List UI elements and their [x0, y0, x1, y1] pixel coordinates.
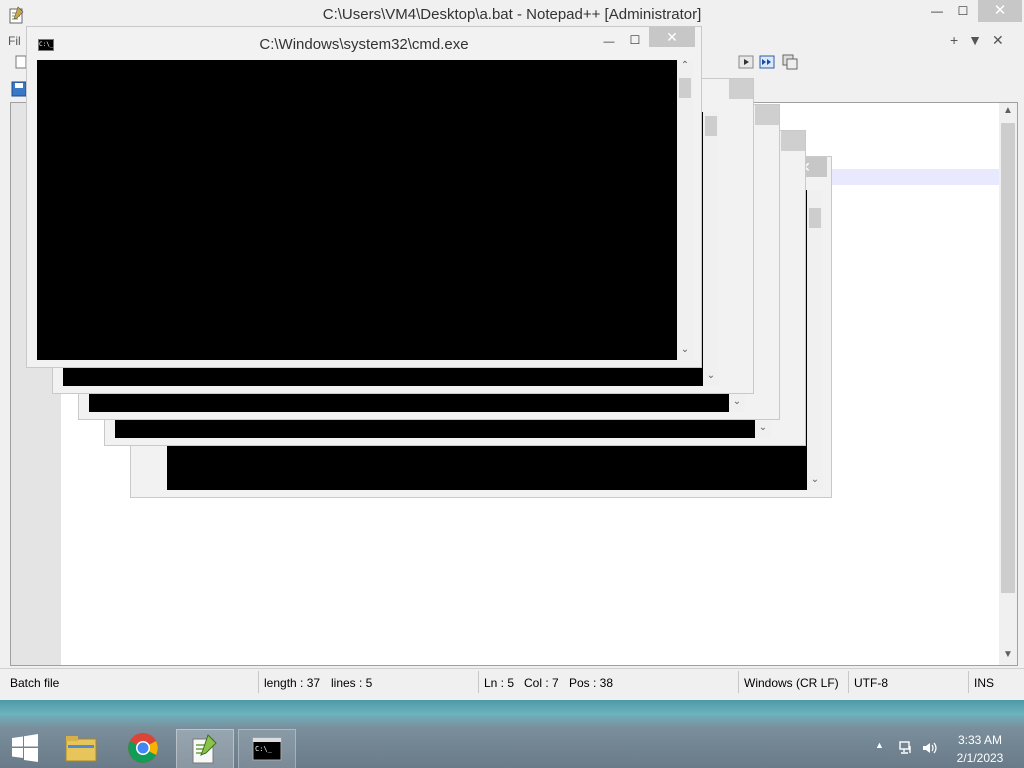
editor-vertical-scrollbar[interactable]: ▲ ▼: [999, 103, 1017, 665]
status-divider: [478, 671, 479, 693]
notepadpp-window-title: C:\Users\VM4\Desktop\a.bat - Notepad++ […: [322, 6, 702, 23]
start-button[interactable]: [0, 728, 50, 768]
play-macro-icon[interactable]: [738, 54, 754, 70]
status-length: length : 37: [264, 676, 321, 690]
cmd-titlebar-button[interactable]: [755, 105, 779, 125]
chrome-icon: [128, 733, 158, 763]
run-macro-multiple-icon[interactable]: [759, 54, 775, 70]
cmd-vertical-scrollbar[interactable]: ⌃ ⌄: [677, 60, 693, 360]
cmd-scroll-thumb[interactable]: [809, 208, 821, 228]
cmd-titlebar-button[interactable]: [781, 131, 805, 151]
svg-text:C:\_: C:\_: [255, 745, 273, 753]
status-divider: [738, 671, 739, 693]
status-lines: lines : 5: [331, 676, 373, 690]
menu-file[interactable]: Fil: [8, 34, 21, 48]
console-output[interactable]: [37, 60, 677, 360]
scroll-down-arrow-icon[interactable]: ▼: [999, 649, 1017, 660]
status-divider: [258, 671, 259, 693]
status-file-type: Batch file: [10, 676, 60, 690]
cmd-close-button[interactable]: ✕: [649, 27, 695, 47]
scroll-down-arrow-icon[interactable]: ⌄: [728, 396, 746, 407]
status-insert-mode[interactable]: INS: [974, 676, 994, 690]
save-icon[interactable]: [11, 81, 27, 97]
status-line-number: Ln : 5: [484, 676, 515, 690]
notepadpp-taskbar-button[interactable]: [176, 729, 234, 768]
command-prompt-icon: C:\_: [252, 737, 282, 761]
file-explorer-taskbar-button[interactable]: [56, 728, 106, 768]
show-hidden-icons-icon[interactable]: ▲: [875, 740, 884, 750]
volume-icon[interactable]: [921, 740, 937, 756]
status-encoding[interactable]: UTF-8: [854, 676, 888, 690]
notepadpp-close-button[interactable]: ✕: [978, 0, 1022, 22]
cmd-minimize-button[interactable]: —: [599, 31, 619, 53]
cmd-scroll-thumb[interactable]: [679, 78, 691, 98]
network-icon[interactable]: [898, 740, 914, 756]
scroll-down-arrow-icon[interactable]: ⌄: [754, 422, 772, 433]
tab-bar-controls[interactable]: +▼✕: [950, 32, 1014, 49]
status-divider: [968, 671, 969, 693]
clock-date[interactable]: 2/1/2023: [950, 751, 1010, 765]
clock-time[interactable]: 3:33 AM: [950, 733, 1010, 747]
scroll-up-arrow-icon[interactable]: ⌃: [676, 60, 694, 71]
cmd-vertical-scrollbar[interactable]: ⌄: [807, 190, 823, 490]
notepadpp-icon: [192, 734, 217, 764]
folder-icon: [65, 736, 97, 762]
save-macro-icon[interactable]: [782, 54, 798, 70]
cmd-maximize-button[interactable]: ☐: [625, 29, 645, 51]
cmd-titlebar-button[interactable]: [729, 79, 753, 99]
status-bar: Batch file length : 37 lines : 5 Ln : 5 …: [0, 668, 1024, 695]
chrome-taskbar-button[interactable]: [118, 728, 168, 768]
notepadpp-maximize-button[interactable]: ☐: [952, 0, 974, 22]
current-line-highlight: [831, 169, 999, 185]
scroll-down-arrow-icon[interactable]: ⌄: [806, 474, 824, 485]
cmd-vertical-scrollbar[interactable]: ⌄: [703, 112, 719, 386]
notepadpp-minimize-button[interactable]: —: [926, 0, 948, 22]
scroll-down-arrow-icon[interactable]: ⌄: [676, 344, 694, 355]
editor-scroll-thumb[interactable]: [1001, 123, 1015, 593]
cmd-window[interactable]: C:\_ C:\Windows\system32\cmd.exe — ☐ ✕ ⌃…: [26, 26, 702, 368]
status-divider: [848, 671, 849, 693]
cmd-taskbar-button[interactable]: C:\_: [238, 729, 296, 768]
scroll-down-arrow-icon[interactable]: ⌄: [702, 370, 720, 381]
scroll-up-arrow-icon[interactable]: ▲: [999, 105, 1017, 116]
status-position: Pos : 38: [569, 676, 614, 690]
status-eol-format[interactable]: Windows (CR LF): [744, 676, 839, 690]
cmd-scroll-thumb[interactable]: [705, 116, 717, 136]
windows-logo-icon: [12, 734, 38, 762]
status-column: Col : 7: [524, 676, 559, 690]
